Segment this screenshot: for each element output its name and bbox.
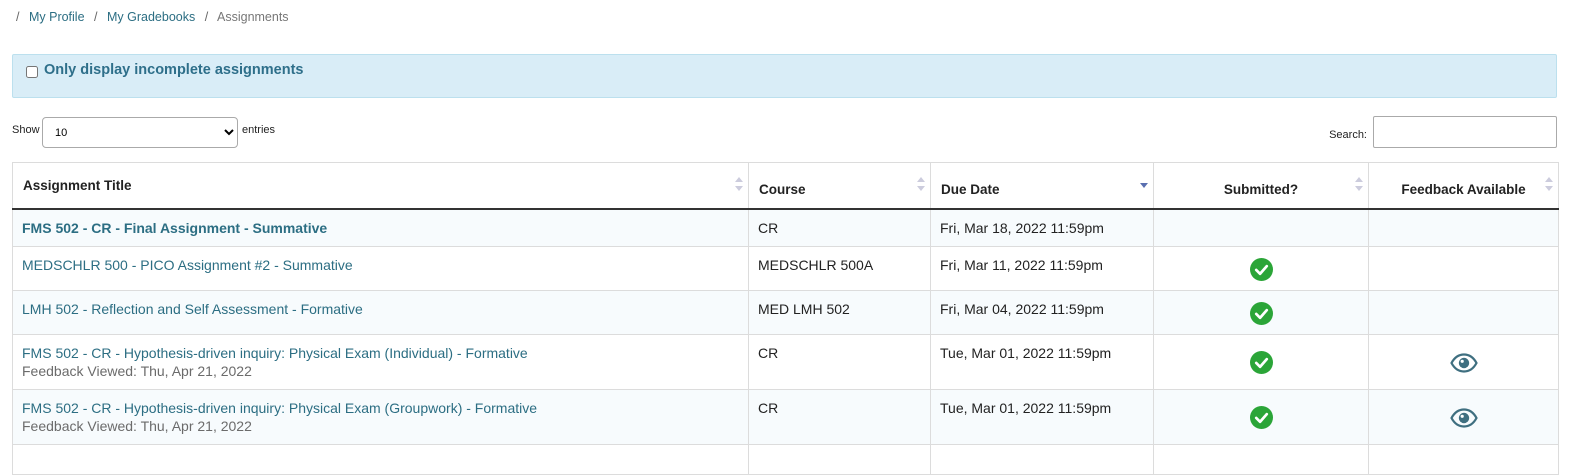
eye-icon[interactable] xyxy=(1449,352,1478,373)
assignment-link[interactable]: MEDSCHLR 500 - PICO Assignment #2 - Summ… xyxy=(22,257,353,273)
column-header-label: Assignment Title xyxy=(23,177,132,193)
assignment-link[interactable]: FMS 502 - CR - Hypothesis-driven inquiry… xyxy=(22,400,537,416)
search-input[interactable] xyxy=(1373,116,1557,148)
table-row: MEDSCHLR 500 - PICO Assignment #2 - Summ… xyxy=(12,245,1559,291)
search-label: Search: xyxy=(1329,129,1367,141)
table-row: LMH 502 - Reflection and Self Assessment… xyxy=(12,289,1559,335)
breadcrumb-assignments: Assignments xyxy=(217,10,289,24)
column-header-feedback-available[interactable]: Feedback Available xyxy=(1368,162,1559,210)
course-cell: CR xyxy=(748,333,931,390)
breadcrumb-my-gradebooks[interactable]: My Gradebooks xyxy=(107,10,195,24)
due-date-cell: Tue, Mar 01, 2022 11:59pm xyxy=(930,333,1154,390)
feedback-cell xyxy=(1368,208,1559,247)
feedback-viewed-note: Feedback Viewed: Thu, Apr 21, 2022 xyxy=(22,417,252,434)
check-circle-icon xyxy=(1249,301,1273,325)
sort-both-icon xyxy=(1355,177,1363,191)
column-header-assignment-title[interactable]: Assignment Title xyxy=(12,162,749,210)
check-circle-icon xyxy=(1249,406,1273,429)
column-header-due-date[interactable]: Due Date xyxy=(930,162,1154,210)
sort-both-icon xyxy=(1545,177,1553,191)
incomplete-filter-panel: Only display incomplete assignments xyxy=(12,54,1557,98)
eye-icon[interactable] xyxy=(1449,407,1478,428)
course-cell: MED LMH 502 xyxy=(748,289,931,335)
breadcrumb-separator: / xyxy=(16,10,20,24)
assignment-link[interactable]: LMH 502 - Reflection and Self Assessment… xyxy=(22,301,363,317)
column-header-submitted[interactable]: Submitted? xyxy=(1153,162,1369,210)
due-date-cell: Fri, Mar 18, 2022 11:59pm xyxy=(930,208,1154,247)
column-header-label: Feedback Available xyxy=(1401,181,1526,197)
column-header-label: Submitted? xyxy=(1223,181,1299,197)
assignment-title-cell: FMS 502 - CR - Final Assignment - Summat… xyxy=(12,208,749,247)
assignments-table: Assignment Title Course Due Date Submitt… xyxy=(12,162,1559,475)
feedback-cell xyxy=(1368,245,1559,291)
table-row: FMS 502 - CR - Hypothesis-driven inquiry… xyxy=(12,388,1559,445)
due-date-cell: Fri, Mar 11, 2022 11:59pm xyxy=(930,245,1154,291)
table-row: FMS 502 - CR - Final Assignment - Summat… xyxy=(12,208,1559,247)
breadcrumb-separator: / xyxy=(94,10,98,24)
breadcrumb-separator: / xyxy=(204,10,209,24)
due-date-cell: Fri, Mar 04, 2022 11:59pm xyxy=(930,289,1154,335)
feedback-cell xyxy=(1368,443,1559,475)
check-circle-icon xyxy=(1249,257,1273,281)
entries-per-page-select[interactable]: 10 xyxy=(42,117,238,148)
assignment-link[interactable]: FMS 502 - CR - Hypothesis-driven inquiry… xyxy=(22,345,528,361)
sort-both-icon xyxy=(735,177,743,191)
assignment-title-cell xyxy=(12,443,749,475)
feedback-cell xyxy=(1368,289,1559,335)
sort-both-icon xyxy=(917,177,925,191)
course-cell: CR xyxy=(748,388,931,445)
due-date-cell xyxy=(930,443,1154,475)
check-circle-icon xyxy=(1249,351,1273,374)
breadcrumb: / My Profile / My Gradebooks / Assignmen… xyxy=(16,10,289,24)
due-date-cell: Tue, Mar 01, 2022 11:59pm xyxy=(930,388,1154,445)
course-cell xyxy=(748,443,931,475)
submitted-cell xyxy=(1153,443,1369,475)
submitted-cell xyxy=(1153,245,1369,291)
show-label: Show xyxy=(12,124,40,136)
entries-label: entries xyxy=(242,124,276,136)
assignment-title-cell: MEDSCHLR 500 - PICO Assignment #2 - Summ… xyxy=(12,245,749,291)
table-header-row: Assignment Title Course Due Date Submitt… xyxy=(12,162,1559,210)
feedback-viewed-note: Feedback Viewed: Thu, Apr 21, 2022 xyxy=(22,362,252,379)
submitted-cell xyxy=(1153,388,1369,445)
assignment-link[interactable]: FMS 502 - CR - Final Assignment - Summat… xyxy=(22,220,327,236)
breadcrumb-my-profile[interactable]: My Profile xyxy=(29,10,85,24)
submitted-cell xyxy=(1153,289,1369,335)
column-header-label: Due Date xyxy=(941,181,1000,197)
submitted-cell xyxy=(1153,333,1369,390)
column-header-label: Course xyxy=(759,181,806,197)
feedback-cell xyxy=(1368,388,1559,445)
assignment-title-cell: FMS 502 - CR - Hypothesis-driven inquiry… xyxy=(12,388,749,445)
submitted-cell xyxy=(1153,208,1369,247)
column-header-course[interactable]: Course xyxy=(748,162,931,210)
course-cell: CR xyxy=(748,208,931,247)
feedback-cell xyxy=(1368,333,1559,390)
table-row: FMS 502 - CR - Hypothesis-driven inquiry… xyxy=(12,333,1559,390)
assignment-title-cell: LMH 502 - Reflection and Self Assessment… xyxy=(12,289,749,335)
table-row xyxy=(12,443,1559,475)
incomplete-only-label[interactable]: Only display incomplete assignments xyxy=(44,62,303,78)
assignment-title-cell: FMS 502 - CR - Hypothesis-driven inquiry… xyxy=(12,333,749,390)
incomplete-only-checkbox[interactable] xyxy=(26,66,38,78)
sort-descending-icon xyxy=(1140,183,1148,189)
course-cell: MEDSCHLR 500A xyxy=(748,245,931,291)
